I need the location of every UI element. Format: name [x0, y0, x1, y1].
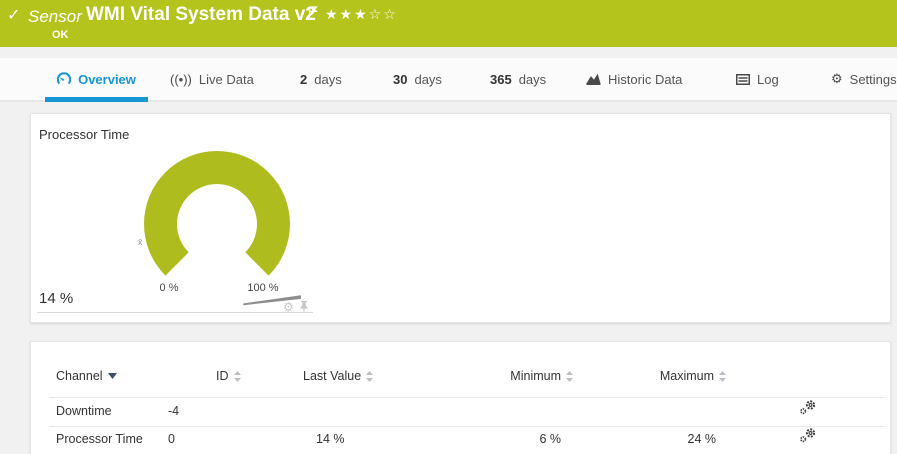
header-label: Channel	[56, 369, 103, 383]
column-header-maximum[interactable]: Maximum	[526, 369, 726, 383]
tab-label: days	[314, 71, 342, 87]
tab-settings[interactable]: ⚙ Settings	[831, 58, 897, 100]
channel-name: Downtime	[56, 404, 112, 418]
widget-settings-gear-icon[interactable]: ⚙	[283, 301, 294, 313]
sort-both-icon	[233, 370, 241, 382]
processor-time-gauge-panel: Processor Time x̄ 14 % 0 % 100 % ⚙	[30, 113, 891, 323]
header-label: ID	[216, 369, 229, 383]
tab-label: Log	[757, 71, 779, 87]
header-label: Last Value	[303, 369, 362, 383]
tab-label: Historic Data	[608, 71, 683, 87]
tab-number: 2	[300, 71, 308, 87]
column-header-last-value[interactable]: Last Value	[303, 369, 374, 383]
tab-number: 30	[393, 71, 408, 87]
priority-stars[interactable]: ★★★☆☆	[325, 6, 398, 23]
live-data-icon: ((•))	[170, 71, 192, 87]
tab-365-days[interactable]: 365 days	[490, 58, 546, 100]
gauge-scale-max: 100 %	[247, 282, 279, 294]
channel-table-panel: Channel ID Last Value Minimum Maximum Do…	[30, 341, 891, 454]
area-chart-icon	[586, 73, 601, 85]
tab-bar: Overview ((•)) Live Data 2 days 30 days …	[0, 58, 897, 102]
status-ok-check-icon: ✓	[7, 7, 21, 24]
tab-label: Live Data	[198, 71, 254, 87]
gauge-baseline	[37, 312, 313, 313]
divider	[49, 397, 885, 398]
gauge-average-marker: x̄	[138, 237, 143, 247]
gear-icon: ⚙	[831, 71, 843, 86]
flag-icon[interactable]	[308, 5, 318, 23]
gauge-icon	[57, 72, 72, 85]
channel-id: -4	[168, 404, 180, 418]
divider	[49, 426, 885, 427]
column-header-id[interactable]: ID	[216, 369, 241, 383]
column-header-channel[interactable]: Channel	[56, 369, 117, 383]
object-kind-label: Sensor	[28, 7, 82, 26]
tab-overview[interactable]: Overview	[45, 58, 148, 102]
tab-2-days[interactable]: 2 days	[300, 58, 342, 100]
edit-channel-cogs-icon[interactable]	[799, 428, 816, 443]
channel-maximum: 24 %	[687, 432, 717, 446]
channel-id: 0	[168, 432, 175, 446]
tab-label: days	[414, 71, 442, 87]
tab-log[interactable]: Log	[736, 58, 779, 100]
tab-live-data[interactable]: ((•)) Live Data	[170, 58, 254, 100]
header-label: Maximum	[659, 369, 714, 383]
tab-historic-data[interactable]: Historic Data	[586, 58, 682, 100]
log-list-icon	[736, 73, 750, 85]
tab-label: Settings	[849, 71, 897, 87]
sensor-status-banner: ✓ Sensor WMI Vital System Data v2 ★★★☆☆ …	[0, 0, 897, 47]
channel-last-value: 14 %	[316, 432, 345, 446]
tab-label: Overview	[78, 71, 136, 87]
sort-both-icon	[719, 370, 726, 382]
gauge-current-value: 14 %	[39, 290, 74, 307]
gauge-panel-title: Processor Time	[39, 127, 130, 142]
tab-number: 365	[490, 71, 512, 87]
tab-label: days	[518, 71, 547, 87]
edit-channel-cogs-icon[interactable]	[799, 400, 816, 415]
tab-30-days[interactable]: 30 days	[393, 58, 442, 100]
channel-name: Processor Time	[56, 432, 143, 446]
sensor-title: WMI Vital System Data v2	[86, 4, 316, 25]
gauge-scale-min: 0 %	[159, 282, 179, 294]
sensor-status-text: OK	[52, 29, 69, 41]
sort-desc-icon	[107, 373, 117, 379]
